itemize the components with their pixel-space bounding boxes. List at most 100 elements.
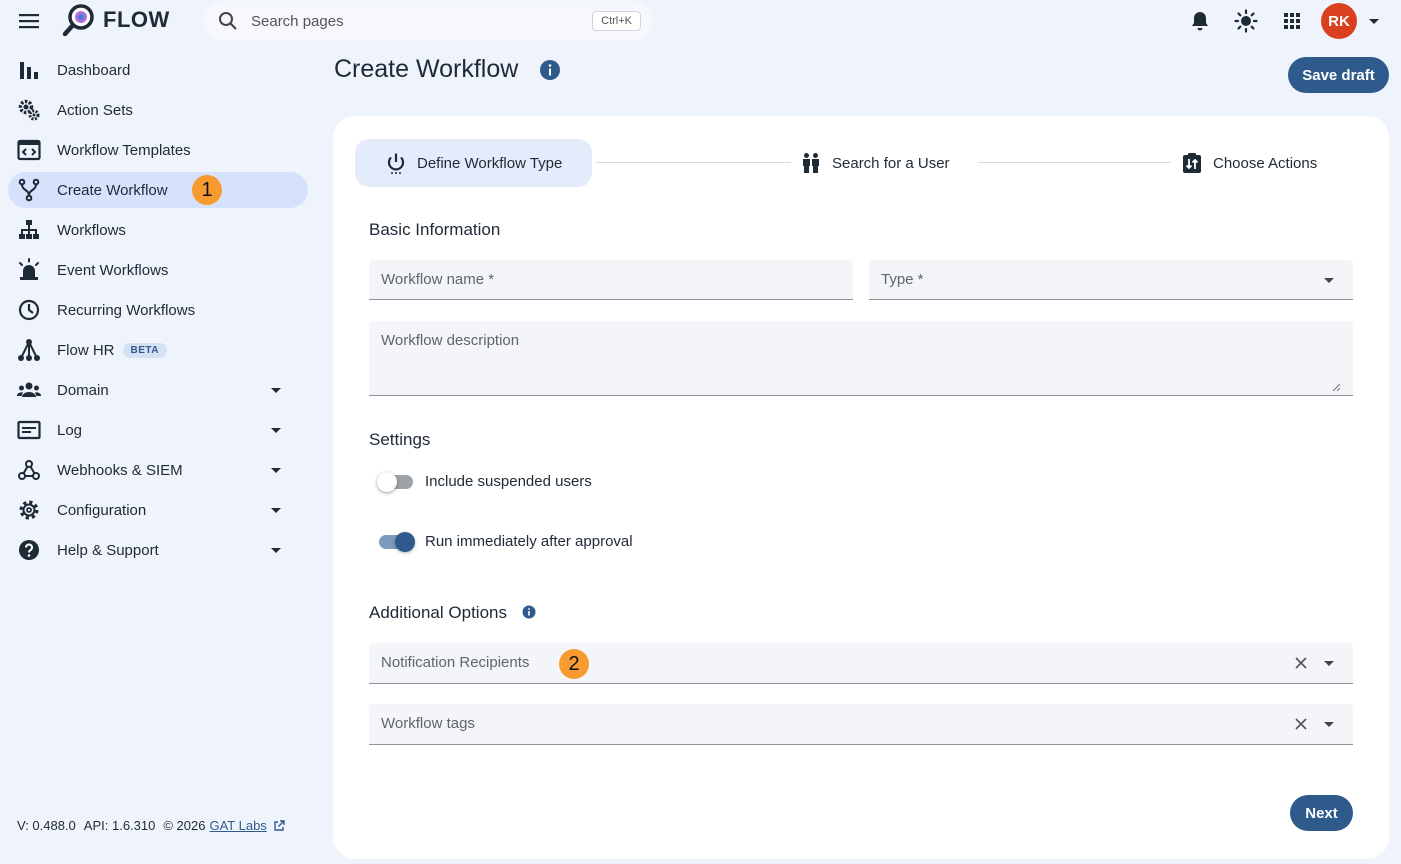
search-shortcut: Ctrl+K <box>592 11 641 31</box>
sidebar-item-label: Webhooks & SIEM <box>57 461 183 479</box>
sidebar-item-label: Recurring Workflows <box>57 301 196 319</box>
sidebar-item-label: Help & Support <box>57 541 159 559</box>
step-connector <box>978 162 1171 163</box>
sidebar-item-create-workflow[interactable]: Create Workflow 1 <box>8 172 308 208</box>
next-button[interactable]: Next <box>1290 795 1353 831</box>
sidebar-item-action-sets[interactable]: Action Sets <box>8 92 308 128</box>
chevron-down-icon[interactable] <box>268 422 292 446</box>
sidebar-item-help-support[interactable]: Help & Support <box>8 532 308 568</box>
page-title: Create Workflow <box>334 55 519 83</box>
workflow-tags-field[interactable]: Workflow tags <box>369 704 1353 745</box>
section-title-additional: Additional Options <box>369 603 507 622</box>
apps-grid-icon[interactable] <box>1280 9 1304 33</box>
people-group-icon <box>17 378 41 402</box>
power-icon <box>385 152 407 174</box>
app-version: V: 0.488.0 <box>17 818 76 833</box>
notification-recipients-field[interactable]: Notification Recipients 2 <box>369 643 1353 684</box>
copyright: © 2026 <box>163 818 206 833</box>
top-bar: FLOW Ctrl+K RK <box>0 0 1401 44</box>
external-link-icon[interactable] <box>273 819 285 832</box>
chevron-down-icon[interactable] <box>1321 716 1337 732</box>
resize-handle-icon[interactable] <box>1331 382 1341 392</box>
workflow-form-card: Define Workflow Type Search for a User C… <box>333 116 1389 859</box>
magnifier-logo-icon <box>61 2 97 38</box>
theme-sun-icon[interactable] <box>1234 9 1258 33</box>
hierarchy-icon <box>17 218 41 242</box>
toggle-label: Run immediately after approval <box>425 533 633 550</box>
app-logo[interactable]: FLOW <box>61 2 170 38</box>
sidebar-item-workflow-templates[interactable]: Workflow Templates <box>8 132 308 168</box>
close-icon[interactable] <box>1293 716 1309 732</box>
field-label: Workflow tags <box>381 715 475 732</box>
siren-icon <box>17 258 41 282</box>
search-icon <box>217 10 239 32</box>
sidebar-item-domain[interactable]: Domain <box>8 372 308 408</box>
search-input[interactable] <box>251 12 593 30</box>
chevron-down-icon <box>1321 272 1337 288</box>
sidebar-item-label: Workflow Templates <box>57 141 191 159</box>
section-title-basic: Basic Information <box>369 220 501 239</box>
version-footer: V: 0.488.0 API: 1.6.310 © 2026 GAT Labs <box>17 818 285 833</box>
app-name: FLOW <box>103 7 170 32</box>
sidebar-item-label: Action Sets <box>57 101 133 119</box>
webhook-icon <box>17 458 41 482</box>
chevron-down-icon[interactable] <box>268 462 292 486</box>
bell-icon[interactable] <box>1188 9 1212 33</box>
include-suspended-toggle-row: Include suspended users <box>377 471 592 492</box>
sidebar-item-flow-hr[interactable]: Flow HR BETA <box>8 332 308 368</box>
field-label: Notification Recipients <box>381 654 530 671</box>
sidebar-item-configuration[interactable]: Configuration <box>8 492 308 528</box>
run-immediately-toggle-row: Run immediately after approval <box>379 531 633 552</box>
user-avatar[interactable]: RK <box>1321 3 1357 39</box>
sidebar-item-label: Workflows <box>57 221 126 239</box>
beta-badge: BETA <box>122 342 167 358</box>
chevron-down-icon[interactable] <box>268 542 292 566</box>
include-suspended-toggle[interactable] <box>377 471 413 492</box>
field-label: Workflow description <box>381 332 520 349</box>
sidebar-item-label: Dashboard <box>57 61 131 79</box>
section-title-settings: Settings <box>369 430 431 449</box>
org-tree-icon <box>17 338 41 362</box>
sidebar-item-label: Configuration <box>57 501 147 519</box>
step-badge-1: 1 <box>192 175 222 205</box>
step-connector <box>596 162 791 163</box>
info-icon[interactable] <box>539 59 561 81</box>
workflow-name-field[interactable]: Workflow name * <box>369 260 853 300</box>
stepper: Define Workflow Type Search for a User C… <box>355 139 1365 187</box>
info-icon[interactable] <box>522 605 536 619</box>
chevron-down-icon[interactable] <box>268 502 292 526</box>
gears-icon <box>17 98 41 122</box>
chevron-down-icon[interactable] <box>1321 655 1337 671</box>
chevron-down-icon[interactable] <box>1365 12 1383 30</box>
sidebar-item-dashboard[interactable]: Dashboard <box>8 52 308 88</box>
sidebar-item-label: Log <box>57 421 83 439</box>
sidebar-item-log[interactable]: Log <box>8 412 308 448</box>
help-icon <box>17 538 41 562</box>
company-link[interactable]: GAT Labs <box>209 818 266 833</box>
sidebar-item-event-workflows[interactable]: Event Workflows <box>8 252 308 288</box>
toggle-label: Include suspended users <box>425 473 592 490</box>
type-select[interactable]: Type * <box>869 260 1353 300</box>
sidebar-item-webhooks-siem[interactable]: Webhooks & SIEM <box>8 452 308 488</box>
people-icon <box>800 152 822 174</box>
top-actions: RK <box>1177 2 1383 40</box>
gear-icon <box>17 498 41 522</box>
close-icon[interactable] <box>1293 655 1309 671</box>
log-icon <box>17 418 41 442</box>
sidebar-item-workflows[interactable]: Workflows <box>8 212 308 248</box>
save-draft-button[interactable]: Save draft <box>1288 57 1389 93</box>
sidebar: Dashboard Action Sets Workflow Templates… <box>8 52 308 572</box>
sidebar-item-label: Create Workflow <box>57 181 168 199</box>
workflow-description-field[interactable]: Workflow description <box>369 321 1353 396</box>
step-choose-actions[interactable]: Choose Actions <box>1181 139 1317 187</box>
step-define-workflow-type[interactable]: Define Workflow Type <box>355 139 593 187</box>
sidebar-item-label: Event Workflows <box>57 261 169 279</box>
step-label: Define Workflow Type <box>417 154 563 172</box>
menu-icon[interactable] <box>18 10 40 32</box>
search-bar[interactable]: Ctrl+K <box>203 1 653 41</box>
run-immediately-toggle[interactable] <box>379 531 415 552</box>
step-search-user[interactable]: Search for a User <box>800 139 950 187</box>
chevron-down-icon[interactable] <box>268 382 292 406</box>
sidebar-item-recurring-workflows[interactable]: Recurring Workflows <box>8 292 308 328</box>
sidebar-item-label: Flow HR <box>57 341 115 359</box>
